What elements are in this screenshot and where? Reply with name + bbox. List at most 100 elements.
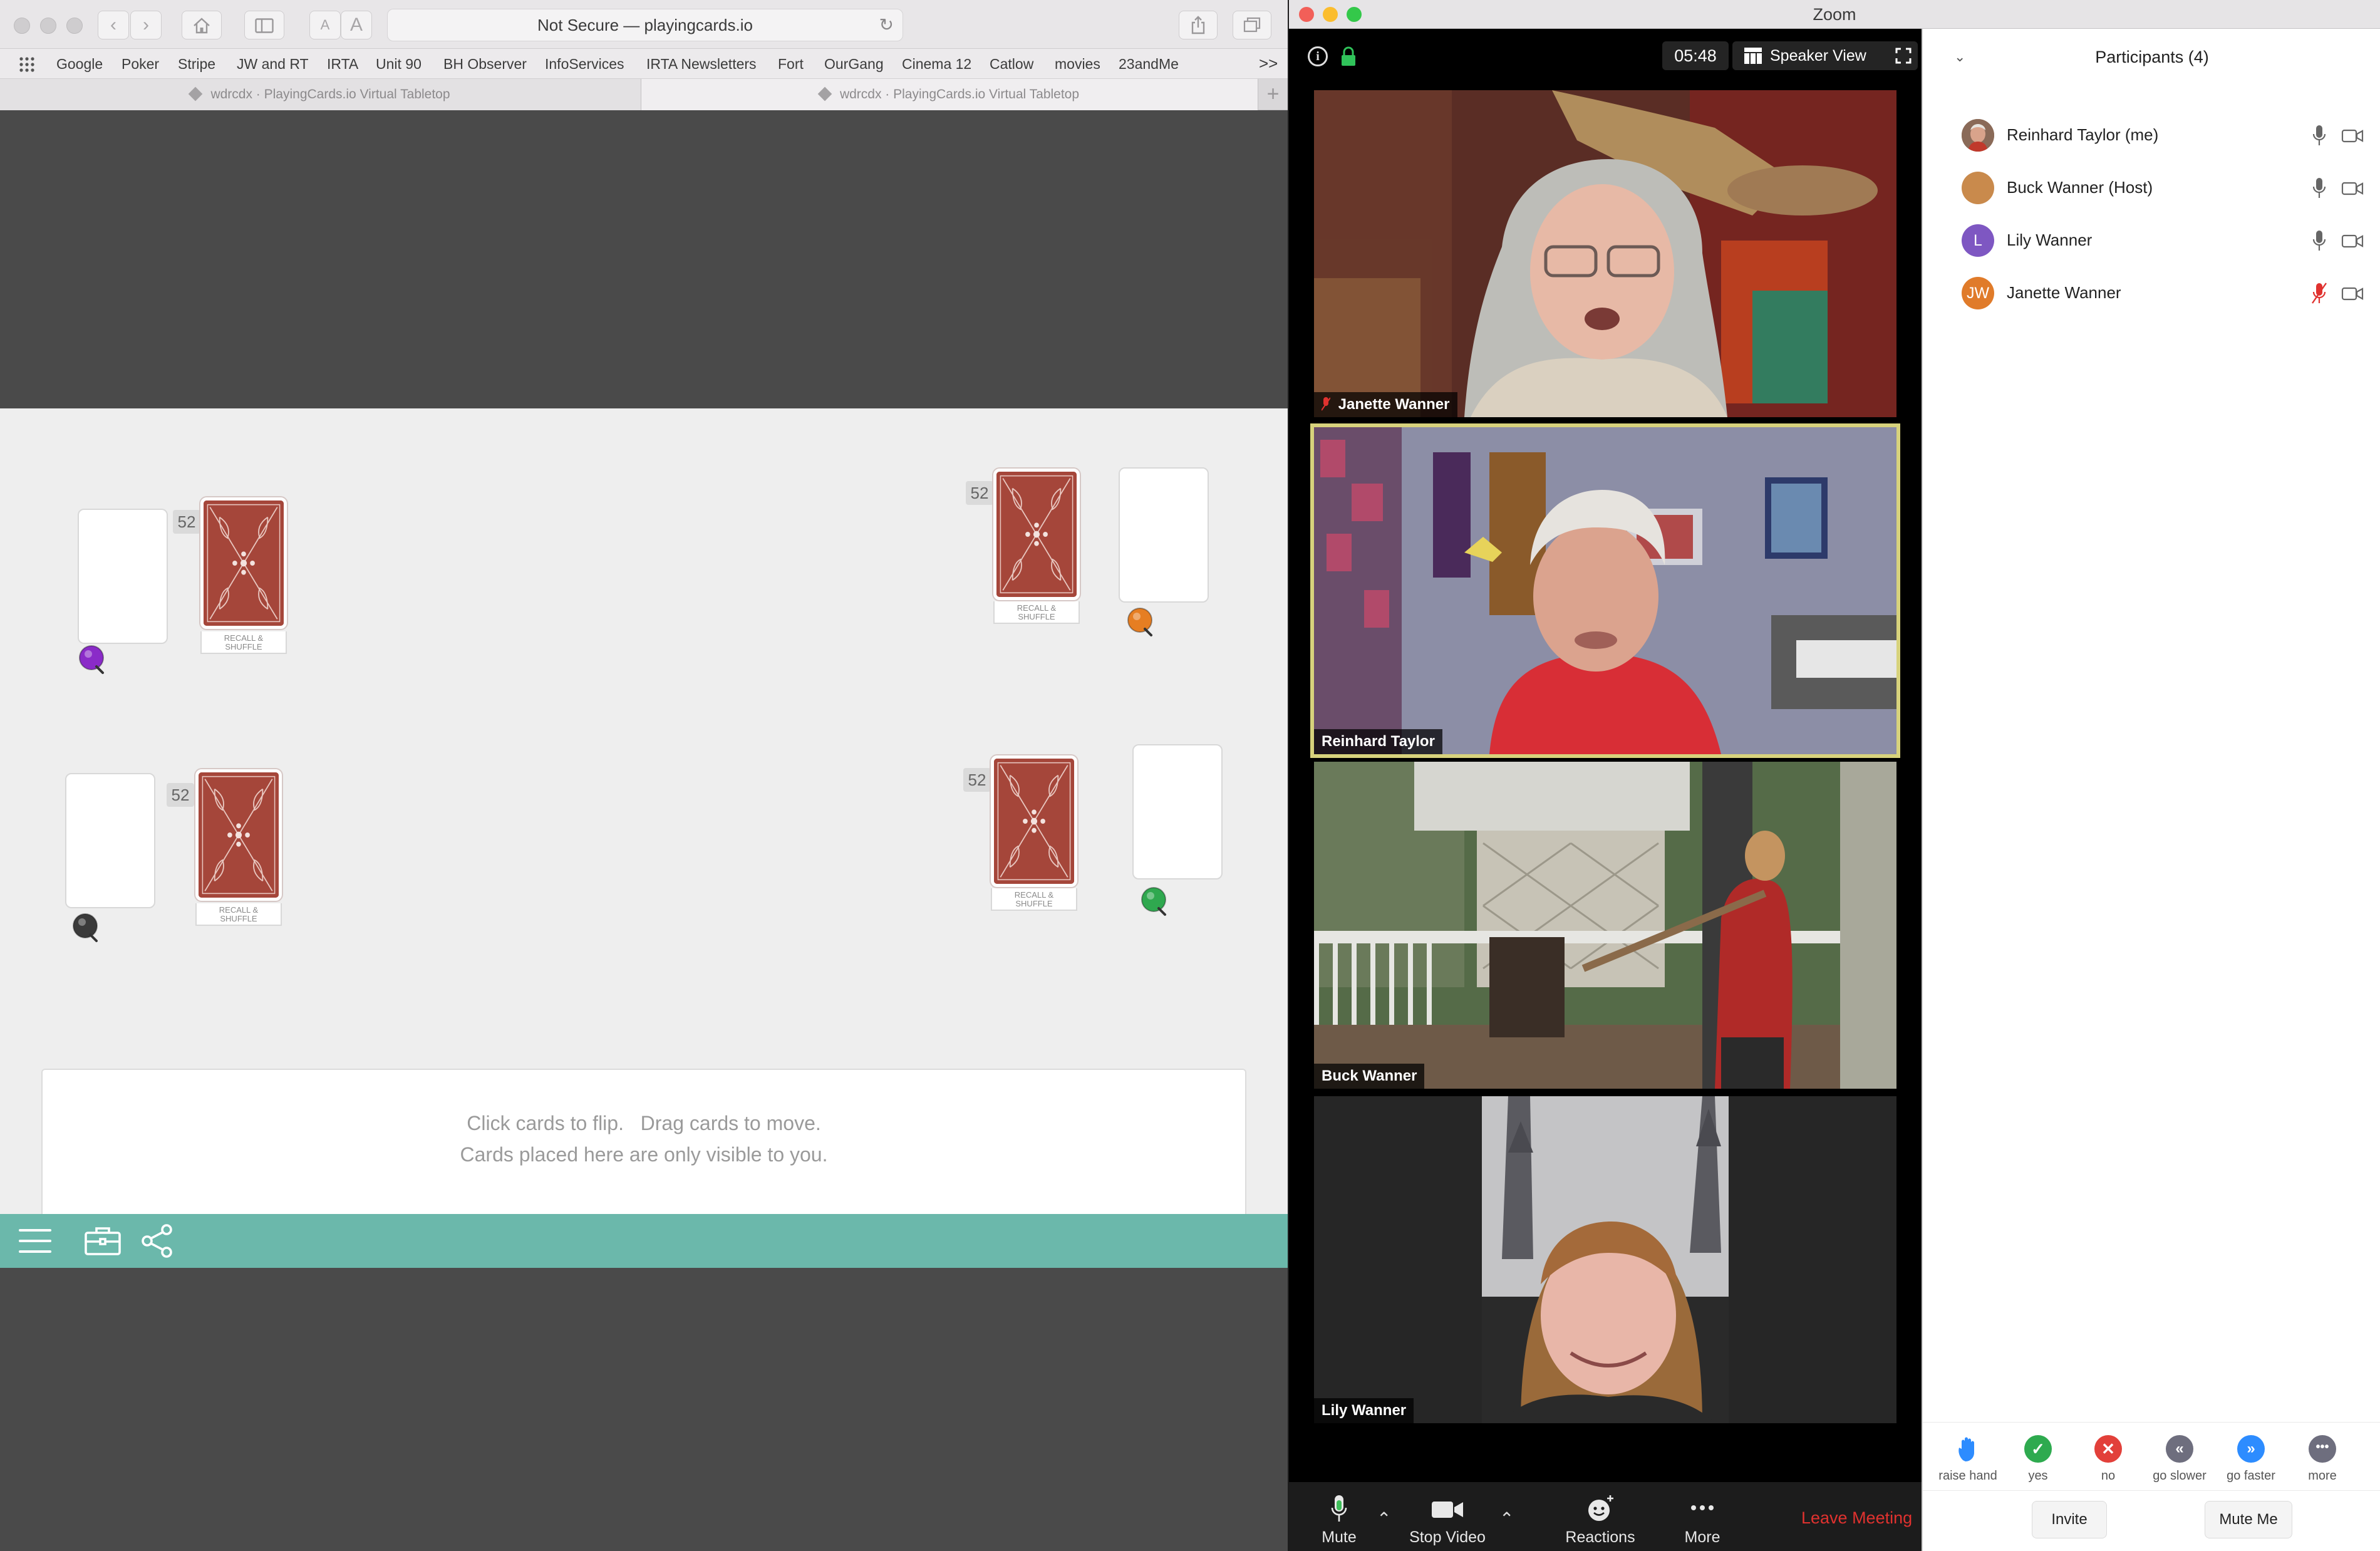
reload-icon[interactable]: ↻ bbox=[879, 9, 894, 41]
bookmark-cinema-12[interactable]: Cinema 12 bbox=[902, 56, 971, 73]
empty-card-slot[interactable] bbox=[78, 509, 168, 644]
bookmark-irta[interactable]: IRTA bbox=[327, 56, 358, 73]
private-hand-area[interactable]: Click cards to flip. Drag cards to move.… bbox=[41, 1069, 1246, 1214]
empty-card-slot[interactable] bbox=[1119, 467, 1209, 603]
participant-row[interactable]: Buck Wanner (Host) bbox=[1923, 163, 2380, 215]
participant-row[interactable]: L Lily Wanner bbox=[1923, 215, 2380, 268]
back-button[interactable]: ‹ bbox=[98, 11, 129, 39]
deck-card-back[interactable] bbox=[195, 769, 282, 901]
bookmark-fort[interactable]: Fort bbox=[778, 56, 804, 73]
chevron-down-icon[interactable]: ⌄ bbox=[1954, 29, 1965, 85]
bookmark-google[interactable]: Google bbox=[56, 56, 103, 73]
info-icon[interactable]: i bbox=[1308, 46, 1328, 66]
minimize-window-button[interactable] bbox=[40, 18, 56, 34]
zoom-window-button[interactable] bbox=[66, 18, 83, 34]
microphone-icon[interactable] bbox=[2311, 124, 2327, 148]
player-marker-orange[interactable] bbox=[1126, 606, 1155, 639]
player-marker-dark[interactable] bbox=[71, 912, 100, 945]
participant-row[interactable]: JW Janette Wanner bbox=[1923, 268, 2380, 321]
hamburger-menu-icon[interactable] bbox=[18, 1227, 53, 1255]
tabletop-toolbar bbox=[0, 1214, 1288, 1268]
no-button[interactable]: ✕ no bbox=[2073, 1435, 2143, 1483]
bookmark-bh-observer[interactable]: BH Observer bbox=[443, 56, 527, 73]
leave-meeting-button[interactable]: Leave Meeting bbox=[1801, 1508, 1912, 1528]
microphone-icon[interactable] bbox=[2311, 229, 2327, 253]
recall-shuffle-button[interactable]: RECALL & SHUFFLE bbox=[200, 631, 287, 654]
lock-icon[interactable] bbox=[1340, 46, 1357, 66]
deck-card-back[interactable] bbox=[991, 755, 1077, 887]
grid-icon[interactable] bbox=[19, 56, 38, 73]
bookmark-ourgang[interactable]: OurGang bbox=[824, 56, 884, 73]
minimize-window-button[interactable] bbox=[1323, 7, 1338, 22]
share-button[interactable] bbox=[1179, 11, 1218, 39]
recall-shuffle-button[interactable]: RECALL & SHUFFLE bbox=[991, 888, 1077, 911]
new-tab-button[interactable]: + bbox=[1258, 79, 1288, 110]
bookmark-23andme[interactable]: 23andMe bbox=[1119, 56, 1179, 73]
player-marker-green[interactable] bbox=[1140, 886, 1169, 918]
bookmark-unit-90[interactable]: Unit 90 bbox=[376, 56, 422, 73]
tabletop-surface[interactable]: 52 RECALL & SHUFFLE 52 RECALL & SHUFFLE 52… bbox=[0, 408, 1288, 1214]
bookmark-catlow[interactable]: Catlow bbox=[990, 56, 1033, 73]
text-larger-button[interactable]: A bbox=[341, 11, 372, 39]
address-bar[interactable]: Not Secure — playingcards.io ↻ bbox=[387, 9, 903, 41]
sidebar-button[interactable] bbox=[244, 11, 284, 39]
video-camera-icon[interactable] bbox=[2341, 286, 2364, 302]
reactions-button[interactable]: Reactions bbox=[1560, 1493, 1641, 1547]
player-marker-purple[interactable] bbox=[78, 644, 106, 677]
text-smaller-button[interactable]: A bbox=[309, 11, 341, 39]
video-options-caret[interactable]: ⌃ bbox=[1499, 1508, 1514, 1529]
video-camera-icon[interactable] bbox=[2341, 233, 2364, 249]
fullscreen-button[interactable] bbox=[1889, 41, 1918, 70]
empty-card-slot[interactable] bbox=[1132, 744, 1223, 879]
speaker-view-button[interactable]: Speaker View bbox=[1732, 41, 1901, 70]
bookmark-movies[interactable]: movies bbox=[1055, 56, 1100, 73]
recall-shuffle-button[interactable]: RECALL & SHUFFLE bbox=[993, 601, 1080, 624]
deck-card-back[interactable] bbox=[993, 469, 1080, 600]
close-window-button[interactable] bbox=[14, 18, 30, 34]
recall-line-2: SHUFFLE bbox=[225, 642, 262, 651]
more-reactions-button[interactable]: ••• more bbox=[2287, 1435, 2357, 1483]
deck-card-back[interactable] bbox=[200, 497, 287, 629]
bookmark-stripe[interactable]: Stripe bbox=[178, 56, 215, 73]
video-tile-janette[interactable]: Janette Wanner bbox=[1314, 90, 1896, 417]
microphone-icon[interactable] bbox=[2311, 177, 2327, 200]
bookmark-poker[interactable]: Poker bbox=[122, 56, 159, 73]
raise-hand-button[interactable]: raise hand bbox=[1933, 1435, 2003, 1483]
more-button[interactable]: More bbox=[1677, 1493, 1727, 1547]
tab-2[interactable]: wdrcdx · PlayingCards.io Virtual Tableto… bbox=[641, 79, 1258, 110]
video-tile-reinhard[interactable]: Reinhard Taylor bbox=[1314, 427, 1896, 754]
go-slower-button[interactable]: « go slower bbox=[2145, 1435, 2215, 1483]
home-button[interactable] bbox=[182, 11, 222, 39]
briefcase-icon[interactable] bbox=[84, 1225, 122, 1257]
video-camera-icon[interactable] bbox=[2341, 128, 2364, 144]
mute-button[interactable]: Mute bbox=[1314, 1493, 1364, 1547]
tabletop-dark-margin-bottom bbox=[0, 1268, 1288, 1551]
video-tile-lily[interactable]: Lily Wanner bbox=[1314, 1096, 1896, 1423]
bookmark-irta-newsletters[interactable]: IRTA Newsletters bbox=[646, 56, 757, 73]
ellipsis-icon bbox=[1691, 1505, 1714, 1510]
stop-video-button[interactable]: Stop Video bbox=[1400, 1493, 1494, 1547]
invite-button[interactable]: Invite bbox=[2032, 1501, 2107, 1538]
audio-options-caret[interactable]: ⌃ bbox=[1377, 1508, 1391, 1529]
tab-1-label: wdrcdx · PlayingCards.io Virtual Tableto… bbox=[210, 87, 450, 101]
share-nodes-icon[interactable] bbox=[140, 1223, 174, 1258]
tab-1[interactable]: wdrcdx · PlayingCards.io Virtual Tableto… bbox=[0, 79, 641, 110]
bookmark-infoservices[interactable]: InfoServices bbox=[545, 56, 624, 73]
tabs-overview-button[interactable] bbox=[1233, 11, 1271, 39]
video-tile-buck[interactable]: Buck Wanner bbox=[1314, 762, 1896, 1089]
bookmark-jw-and-rt[interactable]: JW and RT bbox=[237, 56, 309, 73]
participant-row[interactable]: Reinhard Taylor (me) bbox=[1923, 110, 2380, 163]
more-bookmarks-button[interactable]: >> bbox=[1259, 54, 1278, 73]
muted-mic-icon bbox=[1321, 397, 1331, 411]
close-window-button[interactable] bbox=[1299, 7, 1314, 22]
forward-button[interactable]: › bbox=[130, 11, 162, 39]
yes-button[interactable]: ✓ yes bbox=[2003, 1435, 2073, 1483]
muted-mic-icon[interactable] bbox=[2311, 282, 2327, 306]
go-faster-button[interactable]: » go faster bbox=[2216, 1435, 2286, 1483]
empty-card-slot[interactable] bbox=[65, 773, 155, 908]
video-camera-icon[interactable] bbox=[2341, 180, 2364, 197]
meeting-controls: Mute ⌃ Stop Video ⌃ Reactions More Leave… bbox=[1289, 1482, 1922, 1551]
mute-me-button[interactable]: Mute Me bbox=[2205, 1501, 2292, 1538]
recall-shuffle-button[interactable]: RECALL & SHUFFLE bbox=[195, 903, 282, 926]
zoom-window-button[interactable] bbox=[1347, 7, 1362, 22]
